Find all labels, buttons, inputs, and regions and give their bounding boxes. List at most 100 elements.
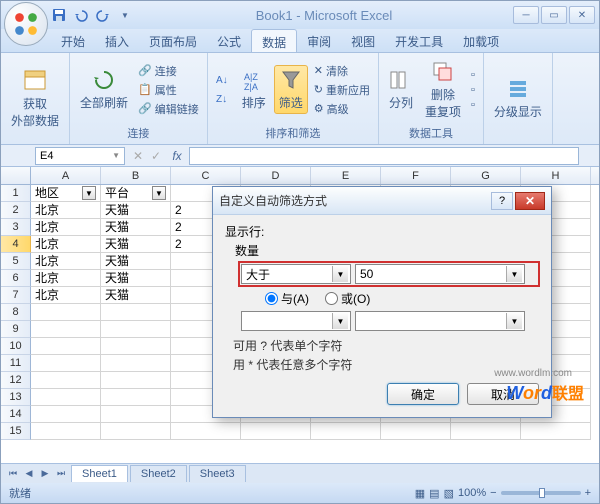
cell[interactable]: 天猫 <box>101 202 171 219</box>
zoom-out-button[interactable]: − <box>490 487 496 499</box>
cell[interactable] <box>101 338 171 355</box>
ok-button[interactable]: 确定 <box>387 383 459 405</box>
next-sheet-button[interactable]: ▶ <box>37 466 53 482</box>
remove-duplicates-button[interactable]: 删除 重复项 <box>421 58 465 122</box>
view-pagebreak-icon[interactable]: ▧ <box>444 487 454 500</box>
last-sheet-button[interactable]: ⏭ <box>53 466 69 482</box>
qat-dropdown-icon[interactable]: ▼ <box>115 5 135 25</box>
row-header[interactable]: 2 <box>1 202 31 219</box>
cell[interactable] <box>31 372 101 389</box>
dialog-close-button[interactable]: ✕ <box>515 192 545 210</box>
undo-icon[interactable] <box>71 5 91 25</box>
col-header[interactable]: B <box>101 167 171 184</box>
name-box[interactable]: E4▼ <box>35 147 125 165</box>
tab-review[interactable]: 审阅 <box>297 29 341 52</box>
cell[interactable] <box>101 355 171 372</box>
cell[interactable] <box>101 372 171 389</box>
confirm-entry-icon[interactable]: ✓ <box>147 149 165 163</box>
get-external-data-button[interactable]: 获取 外部数据 <box>7 67 63 131</box>
cell[interactable] <box>31 304 101 321</box>
col-header[interactable]: C <box>171 167 241 184</box>
row-header[interactable]: 1 <box>1 185 31 202</box>
redo-icon[interactable] <box>93 5 113 25</box>
zoom-in-button[interactable]: + <box>585 487 591 499</box>
sheet-tab[interactable]: Sheet1 <box>71 465 128 482</box>
first-sheet-button[interactable]: ⏮ <box>5 466 21 482</box>
cell[interactable]: 北京 <box>31 270 101 287</box>
tab-developer[interactable]: 开发工具 <box>385 29 453 52</box>
refresh-all-button[interactable]: 全部刷新 <box>76 66 132 113</box>
cell[interactable] <box>101 406 171 423</box>
cell[interactable] <box>451 423 521 440</box>
reapply-button[interactable]: ↻重新应用 <box>312 81 372 99</box>
cell[interactable]: 天猫 <box>101 253 171 270</box>
cell[interactable] <box>241 423 311 440</box>
clear-filter-button[interactable]: ✕清除 <box>312 62 372 80</box>
edit-links-button[interactable]: 🔗编辑链接 <box>136 100 201 118</box>
cell[interactable]: 平台▼ <box>101 185 171 202</box>
col-header[interactable]: F <box>381 167 451 184</box>
cell[interactable]: 北京 <box>31 236 101 253</box>
cell[interactable] <box>101 304 171 321</box>
row-header[interactable]: 10 <box>1 338 31 355</box>
cell[interactable] <box>31 321 101 338</box>
cell[interactable] <box>101 321 171 338</box>
row-header[interactable]: 12 <box>1 372 31 389</box>
cell[interactable] <box>101 423 171 440</box>
cell[interactable]: 天猫 <box>101 270 171 287</box>
row-header[interactable]: 6 <box>1 270 31 287</box>
row-header[interactable]: 4 <box>1 236 31 253</box>
row-header[interactable]: 14 <box>1 406 31 423</box>
maximize-button[interactable]: ▭ <box>541 6 567 24</box>
view-normal-icon[interactable]: ▦ <box>415 487 425 500</box>
outline-button[interactable]: 分级显示 <box>490 75 546 122</box>
sort-desc-button[interactable]: Z↓ <box>214 91 234 108</box>
filter-dropdown-icon[interactable]: ▼ <box>152 186 166 200</box>
cancel-entry-icon[interactable]: ✕ <box>129 149 147 163</box>
zoom-level[interactable]: 100% <box>458 487 486 499</box>
cell[interactable]: 地区▼ <box>31 185 101 202</box>
cell[interactable] <box>31 338 101 355</box>
row-header[interactable]: 7 <box>1 287 31 304</box>
value1-combo[interactable]: 50▼ <box>355 264 525 284</box>
col-header[interactable]: G <box>451 167 521 184</box>
fx-icon[interactable]: fx <box>165 149 189 163</box>
formula-bar[interactable] <box>189 147 579 165</box>
cell[interactable]: 天猫 <box>101 287 171 304</box>
properties-button[interactable]: 📋属性 <box>136 81 201 99</box>
col-header[interactable]: E <box>311 167 381 184</box>
advanced-filter-button[interactable]: ⚙高级 <box>312 100 372 118</box>
cell[interactable]: 北京 <box>31 202 101 219</box>
row-header[interactable]: 13 <box>1 389 31 406</box>
datatools-1[interactable]: ▫ <box>469 68 477 82</box>
tab-addins[interactable]: 加载项 <box>453 29 509 52</box>
close-button[interactable]: ✕ <box>569 6 595 24</box>
select-all-button[interactable] <box>1 167 31 184</box>
tab-data[interactable]: 数据 <box>251 29 297 52</box>
cell[interactable] <box>31 423 101 440</box>
datatools-3[interactable]: ▫ <box>469 98 477 112</box>
row-header[interactable]: 5 <box>1 253 31 270</box>
tab-insert[interactable]: 插入 <box>95 29 139 52</box>
cell[interactable] <box>311 423 381 440</box>
cell[interactable]: 天猫 <box>101 219 171 236</box>
or-radio[interactable]: 或(O) <box>325 290 370 307</box>
row-header[interactable]: 8 <box>1 304 31 321</box>
tab-pagelayout[interactable]: 页面布局 <box>139 29 207 52</box>
sort-button[interactable]: A|ZZ|A 排序 <box>238 66 270 113</box>
col-header[interactable]: A <box>31 167 101 184</box>
sheet-tab[interactable]: Sheet2 <box>130 465 187 482</box>
col-header[interactable]: D <box>241 167 311 184</box>
connections-button[interactable]: 🔗连接 <box>136 62 201 80</box>
cell[interactable] <box>381 423 451 440</box>
tab-view[interactable]: 视图 <box>341 29 385 52</box>
save-icon[interactable] <box>49 5 69 25</box>
row-header[interactable]: 11 <box>1 355 31 372</box>
row-header[interactable]: 15 <box>1 423 31 440</box>
cell[interactable]: 北京 <box>31 253 101 270</box>
filter-button[interactable]: 筛选 <box>274 65 308 114</box>
text-to-columns-button[interactable]: 分列 <box>385 66 417 113</box>
sort-asc-button[interactable]: A↓ <box>214 72 234 89</box>
row-header[interactable]: 3 <box>1 219 31 236</box>
cell[interactable] <box>171 423 241 440</box>
